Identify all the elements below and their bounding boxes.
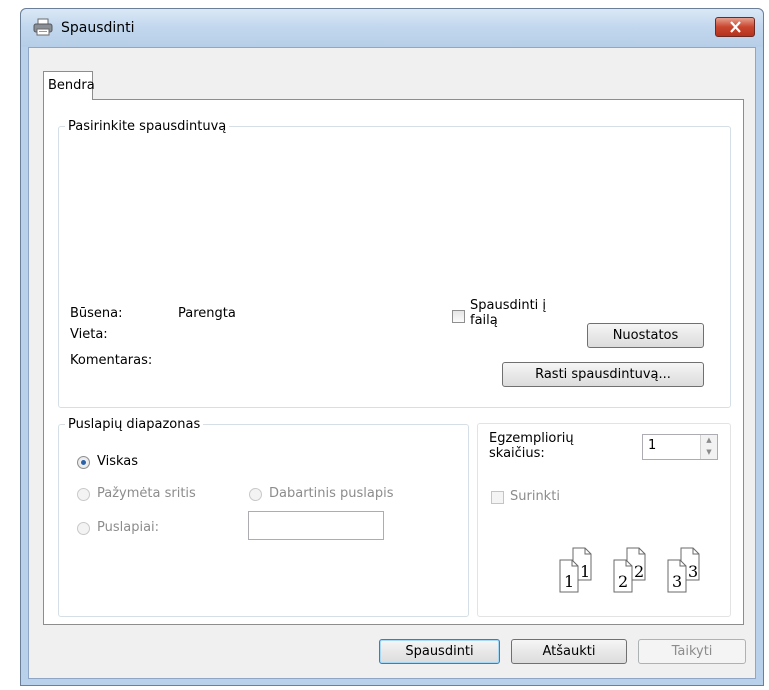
print-to-file-label-line1: Spausdinti į (470, 298, 547, 313)
collate-checkbox[interactable] (491, 491, 504, 504)
dialog-client-area: Bendra Pasirinkite spausdintuvą Būsena: … (28, 47, 756, 679)
copies-label: Egzempliorių skaičius: (489, 431, 574, 461)
status-value: Parengta (178, 306, 236, 321)
tab-general[interactable]: Bendra (43, 71, 95, 100)
print-to-file-label[interactable]: Spausdinti į failą (470, 298, 546, 328)
selection-radio[interactable] (77, 488, 90, 501)
copies-spin-arrows: ▲ ▼ (700, 435, 717, 459)
print-to-file-label-line2: failą (470, 313, 498, 328)
cancel-button[interactable]: Atšaukti (511, 639, 627, 664)
selection-label[interactable]: Pažymėta sritis (97, 486, 196, 501)
current-page-label[interactable]: Dabartinis puslapis (269, 486, 393, 501)
collate-pages-icon: 1 1 2 2 3 3 (558, 544, 718, 596)
copies-label-line2: skaičius: (489, 446, 545, 461)
status-label: Būsena: (70, 306, 123, 321)
print-dialog: Spausdinti Bendra Pasirinkite spausdintu… (20, 8, 764, 686)
tab-label: Bendra (48, 78, 95, 93)
dialog-title: Spausdinti (61, 20, 135, 36)
select-printer-group: Pasirinkite spausdintuvą Būsena: Parengt… (58, 119, 731, 408)
copies-group: Egzempliorių skaičius: 1 ▲ ▼ Surinkti 1 … (477, 423, 731, 617)
find-printer-button[interactable]: Rasti spausdintuvą... (502, 362, 704, 387)
copies-label-line1: Egzempliorių (489, 431, 574, 446)
collate-number: 2 (634, 562, 644, 581)
comment-label: Komentaras: (70, 353, 153, 368)
collate-number: 3 (672, 572, 682, 591)
copies-value: 1 (648, 438, 657, 453)
printer-icon (33, 18, 53, 36)
printer-list[interactable] (67, 142, 722, 292)
close-button[interactable] (715, 17, 755, 37)
pages-label[interactable]: Puslapiai: (97, 520, 159, 535)
print-to-file-checkbox[interactable] (452, 310, 465, 323)
collate-number: 1 (564, 572, 574, 591)
copies-spinner[interactable]: 1 ▲ ▼ (642, 434, 718, 460)
select-printer-legend: Pasirinkite spausdintuvą (68, 119, 227, 134)
pages-radio[interactable] (77, 522, 90, 535)
location-label: Vieta: (70, 327, 108, 342)
collate-number: 2 (618, 572, 628, 591)
apply-button[interactable]: Taikyti (638, 639, 746, 664)
collate-number: 1 (580, 562, 590, 581)
page-range-legend: Puslapių diapazonas (68, 417, 201, 432)
title-bar[interactable]: Spausdinti (21, 9, 763, 47)
page-range-group: Puslapių diapazonas Viskas Pažymėta srit… (58, 417, 469, 617)
current-page-radio[interactable] (249, 488, 262, 501)
pages-input[interactable] (248, 511, 384, 540)
preferences-button[interactable]: Nuostatos (587, 323, 704, 348)
close-icon (730, 21, 741, 33)
all-pages-radio[interactable] (77, 456, 90, 469)
collate-label[interactable]: Surinkti (510, 489, 560, 504)
print-button[interactable]: Spausdinti (379, 639, 500, 664)
spin-down-icon[interactable]: ▼ (701, 447, 717, 459)
all-pages-label[interactable]: Viskas (97, 454, 138, 469)
tab-panel-general: Pasirinkite spausdintuvą Būsena: Parengt… (43, 99, 744, 625)
collate-number: 3 (688, 562, 698, 581)
